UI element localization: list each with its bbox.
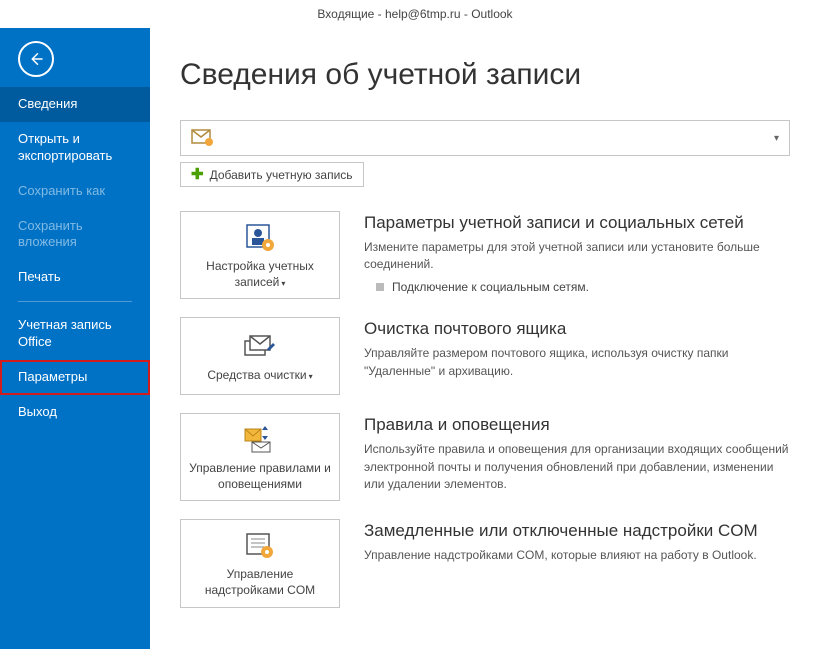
section-account-settings: Настройка учетных записей▾ Параметры уче… bbox=[180, 211, 790, 299]
section-text: Параметры учетной записи и социальных се… bbox=[364, 211, 790, 299]
bullet-label: Подключение к социальным сетям. bbox=[392, 280, 589, 294]
cleanup-icon bbox=[243, 331, 277, 363]
add-account-button[interactable]: ✚ Добавить учетную запись bbox=[180, 162, 364, 187]
button-label: Управление надстройками COM bbox=[189, 567, 331, 598]
section-cleanup: Средства очистки▾ Очистка почтового ящик… bbox=[180, 317, 790, 395]
sidebar-item-label: Выход bbox=[18, 404, 57, 419]
sidebar-item-label: Открыть и экспортировать bbox=[18, 131, 112, 163]
add-account-label: Добавить учетную запись bbox=[210, 168, 353, 182]
page-title: Сведения об учетной записи bbox=[180, 58, 790, 92]
sidebar-item-options[interactable]: Параметры bbox=[0, 360, 150, 395]
sidebar-item-label: Параметры bbox=[18, 369, 87, 384]
content-area: Сведения об учетной записи ▾ ✚ Добавить … bbox=[150, 28, 830, 649]
button-label: Настройка учетных записей▾ bbox=[189, 259, 331, 290]
section-heading: Правила и оповещения bbox=[364, 415, 790, 435]
sidebar-item-label: Сохранить вложения bbox=[18, 218, 83, 250]
section-text: Очистка почтового ящика Управляйте разме… bbox=[364, 317, 790, 395]
section-desc: Измените параметры для этой учетной запи… bbox=[364, 239, 790, 274]
com-addins-button[interactable]: Управление надстройками COM bbox=[180, 519, 340, 607]
sidebar-item-label: Сведения bbox=[18, 96, 77, 111]
sidebar-item-label: Печать bbox=[18, 269, 61, 284]
sidebar-item-info[interactable]: Сведения bbox=[0, 87, 150, 122]
sidebar-item-office-account[interactable]: Учетная запись Office bbox=[0, 308, 150, 360]
button-label: Управление правилами и оповещениями bbox=[189, 461, 331, 492]
section-rules: Управление правилами и оповещениями Прав… bbox=[180, 413, 790, 501]
sidebar-item-save-attachments: Сохранить вложения bbox=[0, 209, 150, 261]
section-com-addins: Управление надстройками COM Замедленные … bbox=[180, 519, 790, 607]
window-titlebar: Входящие - help@6tmp.ru - Outlook bbox=[0, 0, 830, 28]
addins-icon bbox=[243, 530, 277, 562]
button-label: Средства очистки▾ bbox=[207, 368, 312, 384]
section-desc: Используйте правила и оповещения для орг… bbox=[364, 441, 790, 493]
plus-icon: ✚ bbox=[191, 167, 204, 182]
section-text: Замедленные или отключенные надстройки C… bbox=[364, 519, 790, 607]
back-button[interactable] bbox=[18, 41, 54, 77]
envelope-icon bbox=[191, 128, 215, 148]
section-heading: Замедленные или отключенные надстройки C… bbox=[364, 521, 790, 541]
main-container: Сведения Открыть и экспортировать Сохран… bbox=[0, 28, 830, 649]
account-dropdown[interactable]: ▾ bbox=[180, 120, 790, 156]
section-desc: Управляйте размером почтового ящика, исп… bbox=[364, 345, 790, 380]
chevron-down-icon: ▾ bbox=[774, 133, 779, 144]
section-desc: Управление надстройками COM, которые вли… bbox=[364, 547, 790, 564]
social-connect-item[interactable]: Подключение к социальным сетям. bbox=[364, 280, 790, 294]
cleanup-tools-button[interactable]: Средства очистки▾ bbox=[180, 317, 340, 395]
user-gear-icon bbox=[243, 222, 277, 254]
back-arrow-icon bbox=[27, 50, 45, 68]
window-title: Входящие - help@6tmp.ru - Outlook bbox=[317, 7, 512, 21]
section-text: Правила и оповещения Используйте правила… bbox=[364, 413, 790, 501]
sidebar-item-print[interactable]: Печать bbox=[0, 260, 150, 295]
bullet-square-icon bbox=[376, 283, 384, 291]
sidebar-item-label: Учетная запись Office bbox=[18, 317, 112, 349]
rules-icon bbox=[242, 424, 278, 456]
rules-alerts-button[interactable]: Управление правилами и оповещениями bbox=[180, 413, 340, 501]
sidebar-item-label: Сохранить как bbox=[18, 183, 105, 198]
sidebar: Сведения Открыть и экспортировать Сохран… bbox=[0, 28, 150, 649]
account-settings-button[interactable]: Настройка учетных записей▾ bbox=[180, 211, 340, 299]
sidebar-separator bbox=[18, 301, 132, 302]
section-heading: Очистка почтового ящика bbox=[364, 319, 790, 339]
sidebar-item-open-export[interactable]: Открыть и экспортировать bbox=[0, 122, 150, 174]
sidebar-item-exit[interactable]: Выход bbox=[0, 395, 150, 430]
sidebar-item-save-as: Сохранить как bbox=[0, 174, 150, 209]
section-heading: Параметры учетной записи и социальных се… bbox=[364, 213, 790, 233]
